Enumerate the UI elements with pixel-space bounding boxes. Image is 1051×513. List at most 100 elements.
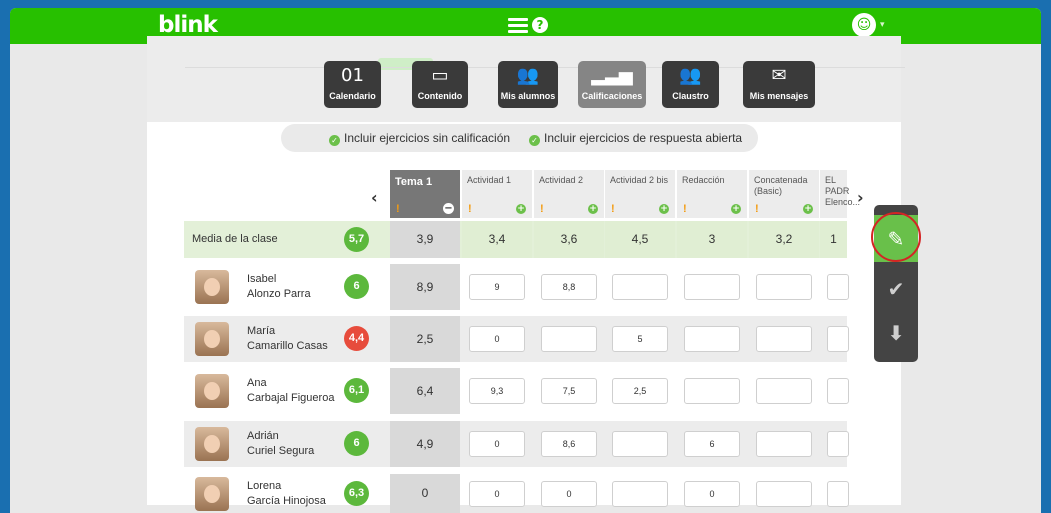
user-avatar[interactable]: ☺: [852, 13, 876, 37]
filters-bar: ✓ Incluir ejercicios sin calificación ✓ In…: [281, 124, 758, 152]
tema-grade-cell: 2,5: [390, 316, 460, 362]
grade-input[interactable]: 8,6: [541, 431, 597, 457]
student-average-badge: 4,4: [344, 326, 369, 351]
grade-input[interactable]: [827, 431, 849, 457]
calendar-icon: 01: [341, 65, 364, 86]
column-header[interactable]: Actividad 1! +: [462, 170, 532, 218]
grade-input[interactable]: [612, 431, 668, 457]
class-average-label: Media de la clase: [192, 233, 278, 245]
grade-input[interactable]: 0: [469, 481, 525, 507]
add-icon[interactable]: +: [659, 204, 669, 214]
tema-grade-cell: 6,4: [390, 368, 460, 414]
grade-input[interactable]: [827, 274, 849, 300]
average-cell: 3,9: [390, 221, 460, 258]
chevron-down-icon[interactable]: ▾: [880, 19, 885, 30]
nav-calendar[interactable]: 01 Calendario: [324, 61, 381, 108]
grade-input[interactable]: 8,8: [541, 274, 597, 300]
highlight-ring: [871, 212, 921, 262]
column-header[interactable]: Actividad 2 bis! +: [605, 170, 675, 218]
grade-input[interactable]: [684, 326, 740, 352]
average-badge: 5,7: [344, 227, 369, 252]
grade-input[interactable]: 0: [469, 431, 525, 457]
filter-ungraded[interactable]: ✓ Incluir ejercicios sin calificación: [329, 131, 510, 146]
student-last-name: Curiel Segura: [247, 445, 315, 457]
column-title: Actividad 2 bis: [610, 175, 669, 185]
student-photo: [195, 322, 229, 356]
grade-input[interactable]: 7,5: [541, 378, 597, 404]
grade-input[interactable]: 9,3: [469, 378, 525, 404]
student-last-name: Carbajal Figueroa: [247, 392, 335, 404]
nav-mail[interactable]: ✉ Mis mensajes: [743, 61, 815, 108]
grade-input[interactable]: [756, 481, 812, 507]
students-icon: 👥: [516, 65, 540, 86]
column-header[interactable]: Redacción! +: [677, 170, 747, 218]
grade-input[interactable]: 0: [469, 326, 525, 352]
grade-input[interactable]: 0: [541, 481, 597, 507]
average-cell: 1: [820, 221, 847, 258]
help-icon[interactable]: ?: [532, 17, 548, 33]
student-row[interactable]: María Camarillo Casas 4,4 2,5 0 5: [184, 316, 849, 362]
grade-input[interactable]: [756, 326, 812, 352]
student-name[interactable]: Ana Carbajal Figueroa: [247, 376, 334, 406]
student-first-name: Ana: [247, 377, 267, 389]
average-cell: 4,5: [605, 221, 675, 258]
grade-input[interactable]: [827, 326, 849, 352]
student-photo: [195, 374, 229, 408]
add-icon[interactable]: +: [516, 204, 526, 214]
student-photo: [195, 270, 229, 304]
add-icon[interactable]: +: [731, 204, 741, 214]
grade-input[interactable]: [756, 431, 812, 457]
grade-input[interactable]: 0: [684, 481, 740, 507]
check-icon: ✓: [529, 135, 540, 146]
grade-input[interactable]: 6: [684, 431, 740, 457]
app-logo[interactable]: blink: [158, 12, 218, 38]
nav-label: Mis alumnos: [500, 91, 556, 101]
student-name[interactable]: Adrián Curiel Segura: [247, 429, 314, 459]
nav-students[interactable]: 👥 Mis alumnos: [498, 61, 558, 108]
add-icon[interactable]: +: [803, 204, 813, 214]
grade-input[interactable]: [827, 378, 849, 404]
student-last-name: Alonzo Parra: [247, 288, 311, 300]
nav-chart[interactable]: ▂▃▅ Calificaciones: [578, 61, 646, 108]
nav-label: Calificaciones: [581, 91, 643, 101]
grade-input[interactable]: [612, 481, 668, 507]
warning-icon: !: [540, 203, 544, 215]
student-row[interactable]: Isabel Alonzo Parra 6 8,9 9 8,8: [184, 264, 849, 310]
check-tool-icon[interactable]: ✔: [874, 277, 918, 301]
grade-input[interactable]: [827, 481, 849, 507]
add-icon[interactable]: +: [588, 204, 598, 214]
column-header[interactable]: Actividad 2! +: [534, 170, 604, 218]
grade-input[interactable]: [684, 378, 740, 404]
grade-input[interactable]: 5: [612, 326, 668, 352]
download-icon[interactable]: ⬇: [874, 321, 918, 345]
grade-input[interactable]: 2,5: [612, 378, 668, 404]
grade-input[interactable]: [756, 274, 812, 300]
column-title: EL PADR Elenco...: [825, 175, 861, 207]
menu-icon[interactable]: [508, 18, 528, 34]
student-name[interactable]: Isabel Alonzo Parra: [247, 272, 311, 302]
column-header[interactable]: EL PADR Elenco...: [820, 170, 860, 218]
student-row[interactable]: Adrián Curiel Segura 6 4,9 0 8,6 6: [184, 421, 849, 467]
grade-input[interactable]: 9: [469, 274, 525, 300]
column-header[interactable]: Concatenada (Basic)! +: [749, 170, 819, 218]
nav-label: Claustro: [672, 91, 709, 101]
tema-grade-cell: 0: [390, 474, 460, 513]
student-name[interactable]: María Camarillo Casas: [247, 324, 328, 354]
student-row[interactable]: Ana Carbajal Figueroa 6,1 6,4 9,3 7,5 2,5: [184, 368, 849, 414]
grade-input[interactable]: [612, 274, 668, 300]
column-title: Concatenada (Basic): [754, 175, 808, 196]
prev-columns-icon[interactable]: ‹: [371, 188, 378, 207]
staff-icon: 👥: [679, 65, 702, 86]
column-header[interactable]: Tema 1! −: [390, 170, 460, 218]
nav-content[interactable]: ▭ Contenido: [412, 61, 468, 108]
grade-input[interactable]: [684, 274, 740, 300]
grade-input[interactable]: [541, 326, 597, 352]
student-row[interactable]: Lorena García Hinojosa 6,3 0 0 0 0: [184, 474, 849, 513]
tema-grade-cell: 8,9: [390, 264, 460, 310]
nav-staff[interactable]: 👥 Claustro: [662, 61, 719, 108]
filter-open-answer[interactable]: ✓ Incluir ejercicios de respuesta abierta: [529, 131, 742, 146]
warning-icon: !: [755, 203, 759, 215]
student-name[interactable]: Lorena García Hinojosa: [247, 479, 326, 509]
grade-input[interactable]: [756, 378, 812, 404]
collapse-icon[interactable]: −: [443, 203, 454, 214]
